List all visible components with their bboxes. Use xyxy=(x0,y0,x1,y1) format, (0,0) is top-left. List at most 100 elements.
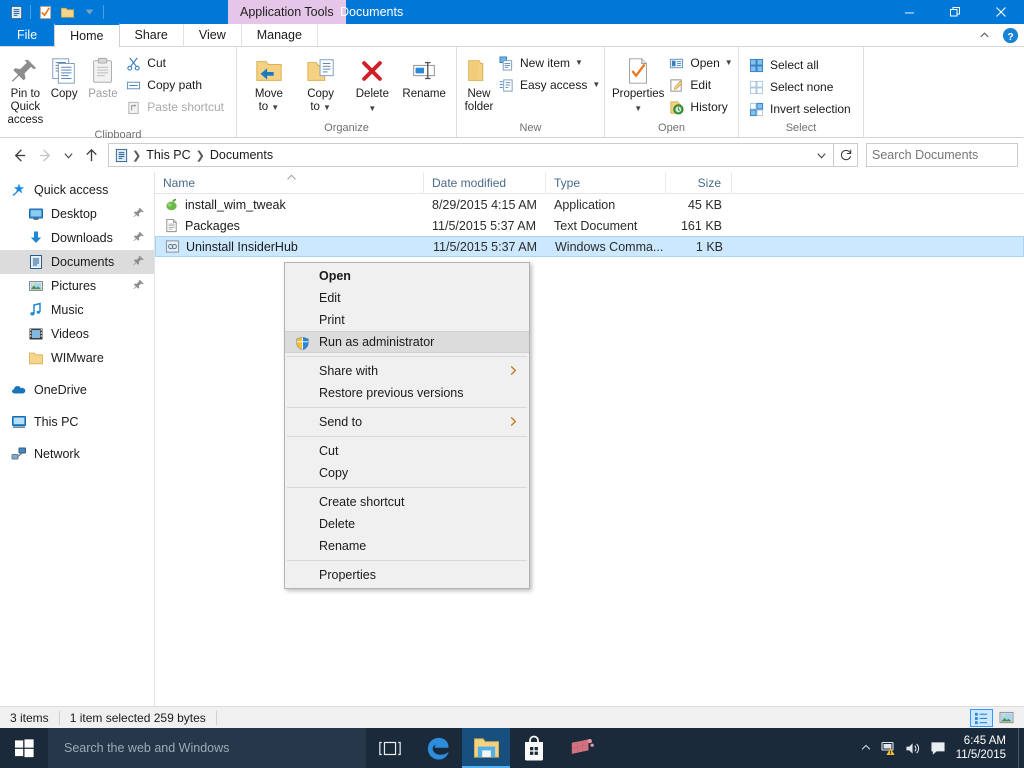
button-label-2: to xyxy=(310,101,320,113)
edit-button[interactable]: Edit xyxy=(665,74,738,96)
copy-to-button[interactable]: Copy to ▼ xyxy=(295,50,347,116)
copy-path-button[interactable]: Copy path xyxy=(122,74,230,96)
context-menu-item-send-to[interactable]: Send to xyxy=(285,411,529,433)
column-header-blank[interactable] xyxy=(732,172,1024,194)
tab-view[interactable]: View xyxy=(183,24,242,46)
sidebar-item-quick-access[interactable]: Quick access xyxy=(0,178,154,202)
restore-button[interactable] xyxy=(932,0,978,24)
sidebar-item-this-pc[interactable]: This PC xyxy=(0,410,154,434)
tab-home[interactable]: Home xyxy=(54,23,120,47)
sidebar-item-music[interactable]: Music xyxy=(0,298,154,322)
tab-manage[interactable]: Manage xyxy=(241,24,318,46)
context-menu-item-delete[interactable]: Delete xyxy=(285,513,529,535)
context-menu-item-restore-previous-versions[interactable]: Restore previous versions xyxy=(285,382,529,404)
table-row[interactable]: install_wim_tweak 8/29/2015 4:15 AM Appl… xyxy=(155,194,1024,215)
action-center-button[interactable] xyxy=(926,728,950,768)
cut-button[interactable]: Cut xyxy=(122,52,230,74)
tab-file[interactable]: File xyxy=(0,24,55,46)
search-input[interactable] xyxy=(872,148,1024,162)
refresh-button[interactable] xyxy=(834,143,858,167)
pin-to-quick-access-button[interactable]: Pin to Quick access xyxy=(6,50,45,129)
start-button[interactable] xyxy=(0,728,48,768)
pin-icon[interactable] xyxy=(133,207,145,222)
breadcrumb-separator[interactable]: ❯ xyxy=(195,149,206,162)
collapse-ribbon-button[interactable] xyxy=(974,26,994,46)
delete-button[interactable]: Delete ▼ xyxy=(347,50,399,117)
sidebar-item-downloads[interactable]: Downloads xyxy=(0,226,154,250)
pin-icon[interactable] xyxy=(133,255,145,270)
sidebar-item-documents[interactable]: Documents xyxy=(0,250,154,274)
customize-qat-chevron-icon[interactable] xyxy=(78,1,100,23)
sidebar-item-onedrive[interactable]: OneDrive xyxy=(0,378,154,402)
search-input[interactable]: Search the web and Windows xyxy=(48,728,366,768)
help-button[interactable]: ? xyxy=(1000,26,1020,46)
sidebar-item-network[interactable]: Network xyxy=(0,442,154,466)
copy-icon xyxy=(49,54,79,88)
edge-button[interactable] xyxy=(414,728,462,768)
sidebar-item-videos[interactable]: Videos xyxy=(0,322,154,346)
select-all-button[interactable]: Select all xyxy=(745,54,857,76)
show-hidden-icons-button[interactable] xyxy=(854,728,878,768)
clock[interactable]: 6:45 AM 11/5/2015 xyxy=(950,728,1018,768)
invert-selection-button[interactable]: Invert selection xyxy=(745,98,857,120)
context-menu-item-properties[interactable]: Properties xyxy=(285,564,529,586)
column-header-size[interactable]: Size xyxy=(666,171,732,194)
store-button[interactable] xyxy=(510,728,558,768)
new-item-button[interactable]: New item ▼ xyxy=(495,52,606,74)
back-button[interactable] xyxy=(6,142,32,168)
app-button[interactable] xyxy=(558,728,606,768)
breadcrumb-item-documents[interactable]: Documents xyxy=(206,144,277,166)
pin-icon[interactable] xyxy=(133,279,145,294)
move-to-button[interactable]: Move to ▼ xyxy=(243,50,295,116)
task-view-button[interactable] xyxy=(366,728,414,768)
table-row[interactable]: Uninstall InsiderHub 11/5/2015 5:37 AM W… xyxy=(155,236,1024,257)
properties-button[interactable]: Properties ▼ xyxy=(611,50,665,117)
checkmark-icon[interactable] xyxy=(34,1,56,23)
file-explorer-button[interactable] xyxy=(462,728,510,768)
context-menu-item-share-with[interactable]: Share with xyxy=(285,360,529,382)
rename-button[interactable]: Rename xyxy=(398,50,450,103)
sidebar-item-wimware[interactable]: WIMware xyxy=(0,346,154,370)
context-menu-item-open[interactable]: Open xyxy=(285,265,529,287)
copy-button[interactable]: Copy xyxy=(45,50,84,103)
history-button[interactable]: History xyxy=(665,96,738,118)
context-menu-item-print[interactable]: Print xyxy=(285,309,529,331)
network-warning-icon[interactable] xyxy=(878,728,902,768)
pin-icon[interactable] xyxy=(133,231,145,246)
context-menu-item-copy[interactable]: Copy xyxy=(285,462,529,484)
easy-access-button[interactable]: Easy access ▼ xyxy=(495,74,606,96)
volume-button[interactable] xyxy=(902,728,926,768)
context-menu-item-label: Send to xyxy=(319,415,363,429)
sidebar-item-desktop[interactable]: Desktop xyxy=(0,202,154,226)
close-button[interactable] xyxy=(978,0,1024,24)
sidebar-item-pictures[interactable]: Pictures xyxy=(0,274,154,298)
column-header-date-modified[interactable]: Date modified xyxy=(424,171,546,194)
large-icons-view-button[interactable] xyxy=(995,709,1018,727)
search-box[interactable] xyxy=(866,143,1024,167)
new-folder-button[interactable]: New folder xyxy=(463,50,495,116)
context-menu-item-run-as-administrator[interactable]: Run as administrator xyxy=(285,331,529,353)
application-tools-contextual-tab[interactable]: Application Tools xyxy=(228,0,346,24)
tab-share[interactable]: Share xyxy=(119,24,184,46)
details-view-button[interactable] xyxy=(970,709,993,727)
up-button[interactable] xyxy=(78,142,104,168)
forward-button[interactable] xyxy=(32,142,58,168)
column-header-type[interactable]: Type xyxy=(546,171,666,194)
open-button[interactable]: Open ▼ xyxy=(665,52,738,74)
minimize-button[interactable] xyxy=(886,0,932,24)
breadcrumb-separator[interactable]: ❯ xyxy=(131,149,142,162)
paste-button[interactable]: Paste xyxy=(84,50,123,103)
context-menu-item-create-shortcut[interactable]: Create shortcut xyxy=(285,491,529,513)
table-row[interactable]: Packages 11/5/2015 5:37 AM Text Document… xyxy=(155,215,1024,236)
recent-locations-button[interactable] xyxy=(58,142,78,168)
select-none-button[interactable]: Select none xyxy=(745,76,857,98)
breadcrumb-item-this-pc[interactable]: This PC xyxy=(142,144,194,166)
context-menu-item-rename[interactable]: Rename xyxy=(285,535,529,557)
show-desktop-button[interactable] xyxy=(1018,728,1024,768)
paste-shortcut-button[interactable]: Paste shortcut xyxy=(122,96,230,118)
context-menu-item-edit[interactable]: Edit xyxy=(285,287,529,309)
context-menu-item-cut[interactable]: Cut xyxy=(285,440,529,462)
breadcrumb-dropdown-icon[interactable] xyxy=(811,150,831,161)
folder-icon[interactable] xyxy=(56,1,78,23)
breadcrumb[interactable]: ❯ This PC ❯ Documents xyxy=(108,143,834,167)
